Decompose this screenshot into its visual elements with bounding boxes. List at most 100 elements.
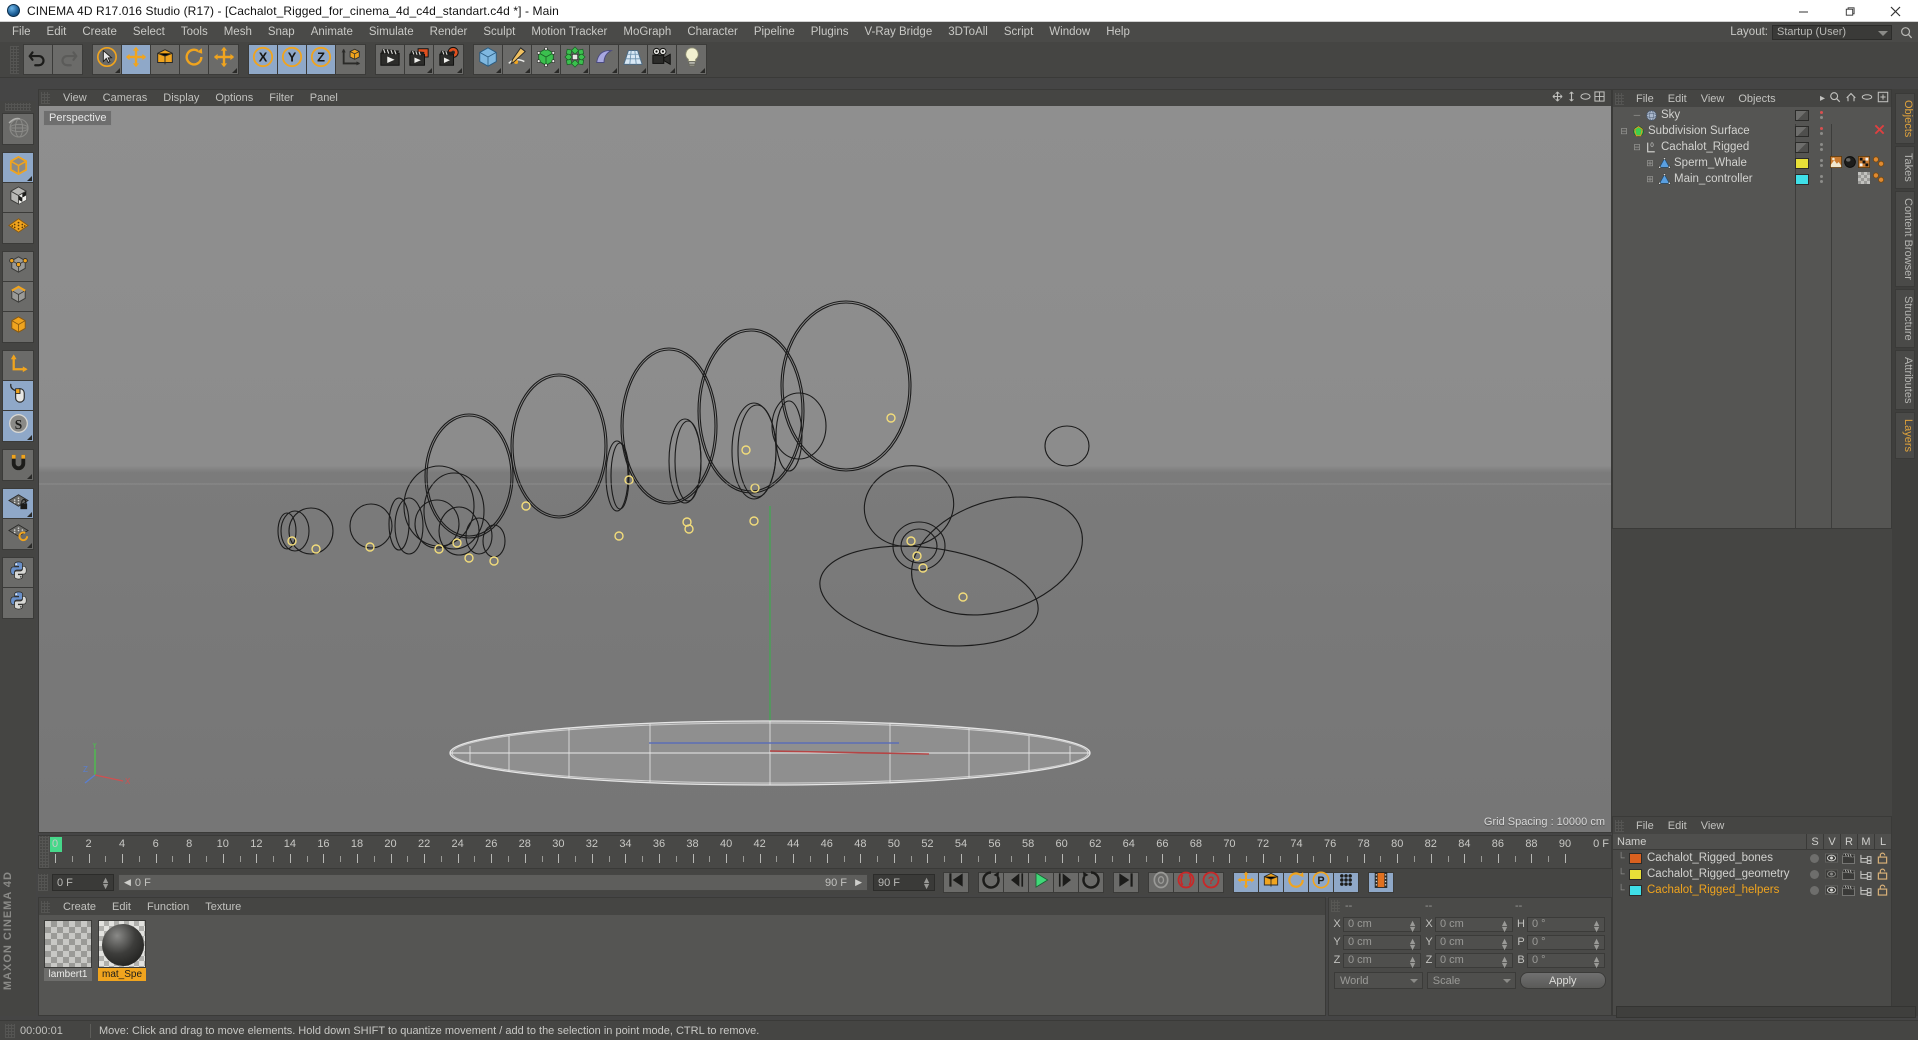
live-selection-tool[interactable] xyxy=(93,45,122,74)
viewport-menu-panel[interactable]: Panel xyxy=(302,92,346,104)
tag-cluster-tag[interactable] xyxy=(1872,171,1885,187)
menu-item-edit[interactable]: Edit xyxy=(39,22,75,42)
viewport-menu-display[interactable]: Display xyxy=(155,92,207,104)
tree-expander[interactable]: ─ xyxy=(1630,110,1644,120)
coord-size-field[interactable]: 0 cm ▲ ▼ xyxy=(1435,916,1513,933)
material-thumbnail[interactable] xyxy=(44,920,92,968)
layer-row[interactable]: └ Cachalot_Rigged_helpers xyxy=(1613,882,1891,898)
dynamic-place-tool[interactable] xyxy=(209,45,238,74)
object-tree[interactable]: ─ Sky ⊟ Subdivision Surface ⊟ 0 Cachalot_Rigge… xyxy=(1613,107,1891,528)
points-mode-button[interactable] xyxy=(3,252,33,282)
object-manager-menu-view[interactable]: View xyxy=(1694,93,1732,105)
material-menu-edit[interactable]: Edit xyxy=(104,901,139,913)
model-mode-button[interactable] xyxy=(3,153,33,183)
layer-solo-toggle[interactable] xyxy=(1806,850,1823,866)
menu-item-tools[interactable]: Tools xyxy=(173,22,216,42)
object-row[interactable]: ⊞ Main_controller xyxy=(1613,171,1891,187)
visibility-dots[interactable] xyxy=(1820,143,1823,151)
layer-manager-menu-view[interactable]: View xyxy=(1694,820,1732,832)
timeline-grip[interactable] xyxy=(39,836,49,868)
spinner-icon[interactable]: ▲ ▼ xyxy=(1592,936,1601,951)
menu-item-render[interactable]: Render xyxy=(422,22,476,42)
python-script-button-1[interactable] xyxy=(3,558,33,588)
lock-y-axis[interactable]: Y xyxy=(278,45,307,74)
menu-item-script[interactable]: Script xyxy=(996,22,1041,42)
menu-item-select[interactable]: Select xyxy=(125,22,173,42)
add-nurbs-button[interactable] xyxy=(590,45,619,74)
undo-button[interactable] xyxy=(24,45,53,74)
keyframe-selection-button[interactable]: ? xyxy=(1198,871,1224,893)
viewport-grip[interactable] xyxy=(41,92,50,104)
menu-item-mograph[interactable]: MoGraph xyxy=(615,22,679,42)
object-row[interactable]: ⊟ Subdivision Surface xyxy=(1613,123,1891,139)
layer-color-swatch[interactable] xyxy=(1629,884,1642,896)
object-layer-swatch[interactable] xyxy=(1795,173,1809,185)
add-deformer-button[interactable] xyxy=(561,45,590,74)
object-manager-menu-file[interactable]: File xyxy=(1629,93,1661,105)
object-manager-menu-edit[interactable]: Edit xyxy=(1661,93,1694,105)
material-thumbnail[interactable] xyxy=(98,920,146,968)
point-level-animation-button[interactable] xyxy=(1333,872,1359,893)
tag-checker-tag[interactable] xyxy=(1858,171,1870,187)
play-reverse-button[interactable] xyxy=(978,871,1004,893)
render-to-picture-viewer-button[interactable] xyxy=(405,45,434,74)
layer-solo-toggle[interactable] xyxy=(1806,866,1823,882)
scale-key-button[interactable] xyxy=(1258,872,1284,893)
viewport-menu-filter[interactable]: Filter xyxy=(261,92,301,104)
world-object-coordinates[interactable] xyxy=(336,45,365,74)
layer-row[interactable]: └ Cachalot_Rigged_geometry xyxy=(1613,866,1891,882)
layer-color-swatch[interactable] xyxy=(1629,852,1642,864)
rotate-tool[interactable] xyxy=(180,45,209,74)
viewport-menu-view[interactable]: View xyxy=(55,92,95,104)
material-menu-function[interactable]: Function xyxy=(139,901,197,913)
texture-mode-button[interactable] xyxy=(3,183,33,213)
lock-x-axis[interactable]: X xyxy=(249,45,278,74)
workplane-lock-button[interactable] xyxy=(3,489,33,519)
coord-system-dropdown[interactable]: World xyxy=(1334,972,1423,989)
layer-manager-toggle[interactable] xyxy=(1857,850,1874,866)
layer-manager-toggle[interactable] xyxy=(1857,866,1874,882)
layer-solo-toggle[interactable] xyxy=(1806,882,1823,898)
play-forward-button[interactable] xyxy=(1078,871,1104,893)
spinner-icon[interactable]: ▲ ▼ xyxy=(101,876,110,891)
menu-item-3dtoall[interactable]: 3DToAll xyxy=(940,22,996,42)
material-menu-texture[interactable]: Texture xyxy=(197,901,249,913)
spinner-icon[interactable]: ▲ ▼ xyxy=(1592,918,1601,933)
layer-visible-toggle[interactable] xyxy=(1823,850,1840,866)
layer-color-swatch[interactable] xyxy=(1629,868,1642,880)
menu-item-file[interactable]: File xyxy=(4,22,39,42)
coord-pos-field[interactable]: 0 cm ▲ ▼ xyxy=(1343,916,1421,933)
home-icon[interactable] xyxy=(1845,90,1857,108)
status-bar-grip[interactable] xyxy=(5,1023,15,1038)
coordinate-manager-grip[interactable] xyxy=(1331,900,1340,912)
menu-item-window[interactable]: Window xyxy=(1041,22,1098,42)
menu-item-animate[interactable]: Animate xyxy=(303,22,361,42)
coord-rot-field[interactable]: 0 ° ▲ ▼ xyxy=(1527,952,1605,969)
enable-snap-button[interactable] xyxy=(3,450,33,480)
scale-tool[interactable] xyxy=(151,45,180,74)
spinner-icon[interactable]: ▲ ▼ xyxy=(1500,936,1509,951)
timeline-ruler[interactable]: 0 F 0 2 4 6 8 10 12 14 16 18 20 22 24 26 28 30 32 34 36 38 4… xyxy=(38,835,1612,869)
rotation-key-button[interactable] xyxy=(1283,872,1309,893)
polygons-mode-button[interactable] xyxy=(3,312,33,342)
menu-item-create[interactable]: Create xyxy=(74,22,125,42)
layer-manager-grip[interactable] xyxy=(1615,819,1624,832)
tag-uvw-tag[interactable] xyxy=(1858,155,1870,171)
max-frame-input[interactable]: 90 F ▲ ▼ xyxy=(873,874,935,891)
layer-render-toggle[interactable] xyxy=(1840,850,1857,866)
visibility-dots[interactable] xyxy=(1820,175,1823,183)
record-active-objects-button[interactable] xyxy=(1148,871,1174,893)
spinner-icon[interactable]: ▲ ▼ xyxy=(1408,918,1417,933)
tag-material-tag[interactable] xyxy=(1844,155,1856,171)
add-scene-object-button[interactable] xyxy=(619,45,648,74)
coord-rot-field[interactable]: 0 ° ▲ ▼ xyxy=(1527,916,1605,933)
layout-dropdown[interactable]: Startup (User) xyxy=(1772,24,1892,40)
object-manager-menu-objects[interactable]: Objects xyxy=(1731,93,1782,105)
layer-manager-menu-edit[interactable]: Edit xyxy=(1661,820,1694,832)
layer-visible-toggle[interactable] xyxy=(1823,882,1840,898)
layer-render-toggle[interactable] xyxy=(1840,882,1857,898)
spinner-icon[interactable]: ▲ ▼ xyxy=(1408,936,1417,951)
autokeying-button[interactable] xyxy=(1173,871,1199,893)
layer-render-toggle[interactable] xyxy=(1840,866,1857,882)
material-swatch-area[interactable]: lambert1 mat_Spe xyxy=(39,915,1325,1015)
